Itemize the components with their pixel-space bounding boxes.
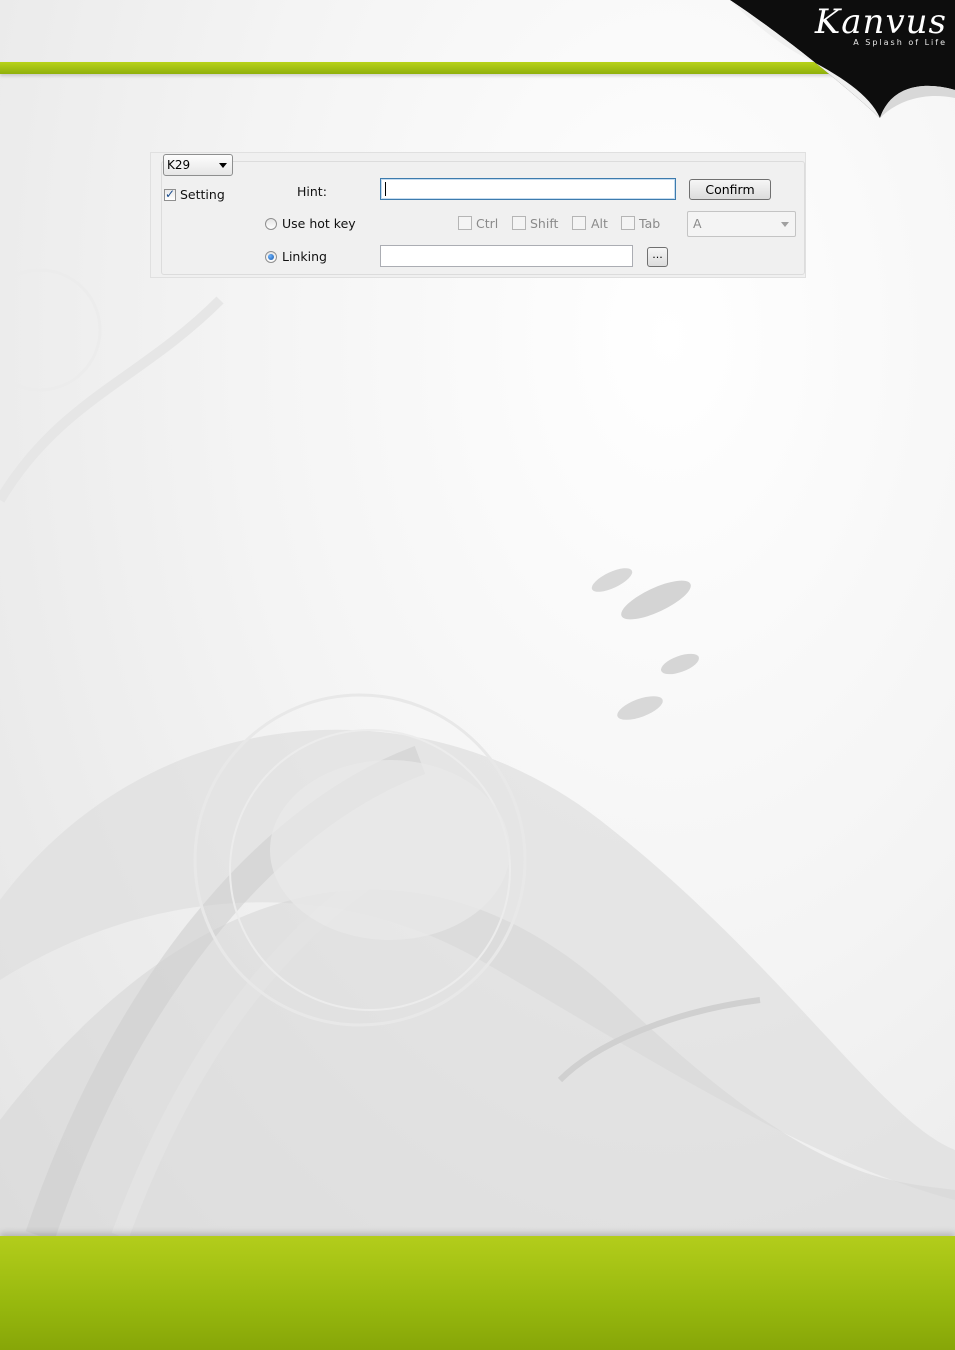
hot-key-select-value: A — [693, 216, 702, 231]
logo-tagline: A Splash of Life — [853, 38, 947, 47]
linking-path-input[interactable] — [380, 245, 633, 267]
confirm-button[interactable]: Confirm — [689, 179, 771, 200]
logo-wordmark: Kanvus — [814, 2, 947, 42]
linking-radio[interactable] — [265, 251, 277, 263]
kanvus-logo: Kanvus A Splash of Life — [730, 0, 955, 125]
tab-label: Tab — [639, 216, 661, 231]
use-hot-key-radio[interactable] — [265, 218, 277, 230]
hint-label: Hint: — [297, 184, 327, 199]
chevron-down-icon — [781, 222, 789, 227]
key-select[interactable]: K29 — [163, 154, 233, 176]
text-caret — [385, 182, 386, 196]
linking-label: Linking — [282, 249, 327, 264]
chevron-down-icon — [219, 163, 227, 168]
key-setting-panel: K29 ✓ Setting Hint: Confirm Use hot key … — [150, 152, 806, 278]
browse-button[interactable]: ... — [647, 247, 668, 267]
hint-input[interactable] — [380, 178, 676, 200]
footer-green-band — [0, 1236, 955, 1350]
key-select-value: K29 — [167, 158, 191, 172]
ctrl-label: Ctrl — [476, 216, 499, 231]
use-hot-key-label: Use hot key — [282, 216, 356, 231]
tab-checkbox[interactable] — [621, 216, 635, 230]
hot-key-select[interactable]: A — [687, 211, 796, 237]
shift-checkbox[interactable] — [512, 216, 526, 230]
setting-label: Setting — [180, 187, 225, 202]
setting-checkbox[interactable]: ✓ — [164, 187, 176, 201]
ctrl-checkbox[interactable] — [458, 216, 472, 230]
shift-label: Shift — [530, 216, 559, 231]
checkmark-icon: ✓ — [165, 187, 176, 201]
alt-label: Alt — [591, 216, 608, 231]
alt-checkbox[interactable] — [572, 216, 586, 230]
radio-selected-dot — [268, 254, 274, 260]
